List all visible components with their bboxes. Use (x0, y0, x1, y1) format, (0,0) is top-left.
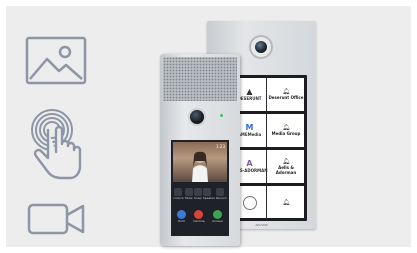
video-feed: 1:23 (173, 142, 227, 182)
tenant-row[interactable]: 🔔︎ (233, 186, 304, 219)
snapshot-button[interactable] (193, 188, 202, 196)
tenant-logo-text: DESERUNT (237, 96, 262, 101)
tenant-name: Aells & Adorman (275, 164, 297, 175)
tenant-logo-text: AMEMedia (237, 132, 262, 137)
image-icon[interactable] (25, 35, 87, 87)
control-label: Mute (184, 196, 193, 200)
media-logo-icon: M (245, 123, 254, 132)
product-stage: ▲ DESERUNT 🔔︎ Deserunt Office M AMEMedia… (6, 6, 411, 247)
back-camera (249, 35, 273, 59)
tenant-row[interactable]: A AELS·ADORMAN 🔔︎ Aells & Adorman (231, 150, 304, 183)
video-door-station: 1:23 Unlock Mute Snap Speaker Record Hol… (160, 54, 240, 246)
answer-button[interactable] (213, 210, 223, 219)
control-label: Unlock (173, 196, 184, 200)
status-led (220, 114, 223, 117)
control-label: Record (216, 196, 227, 200)
door-station-screen: 1:23 Unlock Mute Snap Speaker Record Hol… (171, 140, 229, 236)
record-button[interactable] (216, 188, 225, 196)
call-label: Hold (177, 219, 185, 223)
front-camera-icon (190, 110, 204, 124)
speaker-button[interactable] (202, 188, 211, 196)
call-actions: Hold Decline Answer (173, 210, 227, 232)
tenant-name: Media Group (271, 131, 301, 136)
call-timer: 1:23 (216, 144, 225, 149)
hold-button[interactable] (176, 210, 186, 219)
crown-logo-icon: ▲ (246, 87, 253, 96)
circle-logo-icon (242, 195, 257, 210)
touch-icon[interactable] (28, 106, 88, 182)
decline-button[interactable] (194, 210, 204, 219)
bell-icon: 🔔︎ (282, 198, 290, 206)
tenant-directory-screen: ▲ DESERUNT 🔔︎ Deserunt Office M AMEMedia… (230, 75, 307, 221)
tenant-name: Deserunt Office (268, 95, 304, 100)
mute-button[interactable] (184, 188, 193, 196)
unlock-button[interactable] (173, 188, 182, 196)
tenant-row[interactable]: ▲ DESERUNT 🔔︎ Deserunt Office (233, 78, 304, 111)
control-bar: Unlock Mute Snap Speaker Record (173, 188, 227, 200)
tenant-row[interactable]: M AMEMedia 🔔︎ Media Group (233, 114, 304, 147)
aells-logo-icon: A (246, 159, 253, 168)
camera-lens-icon (255, 41, 267, 53)
control-label: Speaker (202, 196, 216, 200)
call-label: Answer (212, 219, 224, 223)
visitor-image (192, 151, 208, 182)
control-label: Snap (193, 196, 202, 200)
speaker-grille (163, 57, 237, 101)
video-camera-icon[interactable] (27, 202, 87, 236)
call-label: Decline (193, 219, 205, 223)
